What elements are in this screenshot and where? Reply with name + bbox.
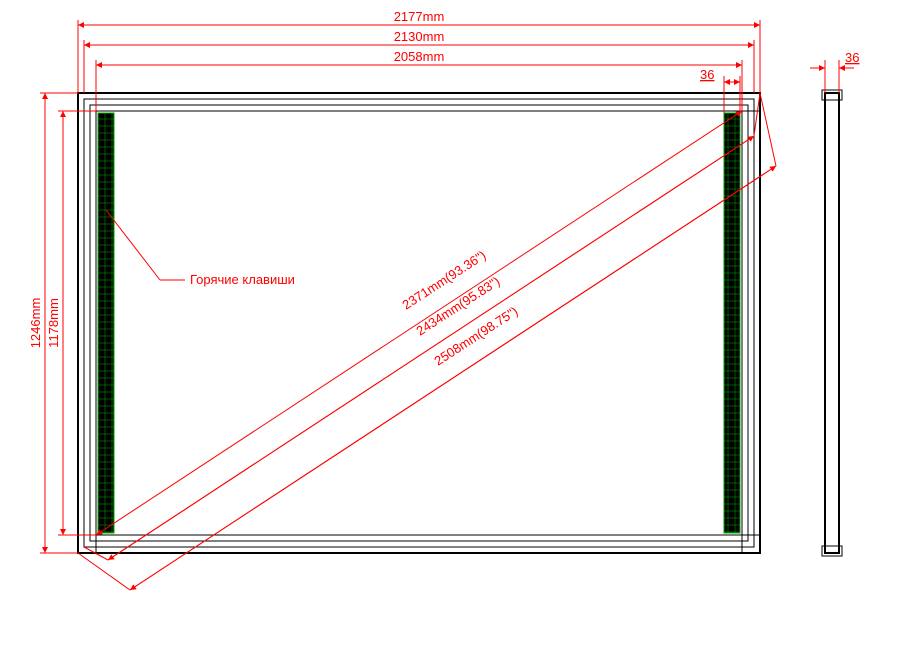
dim-top-2: 2130mm [394, 29, 445, 44]
hotkey-callout: Горячие клавиши [106, 210, 295, 287]
hotkey-strip-left [98, 113, 114, 533]
left-dimension-group: 1246mm 1178mm [28, 93, 96, 553]
hotkey-strip-right [724, 113, 740, 533]
corner-tr [742, 93, 760, 111]
corner-bl [78, 535, 96, 553]
diag-line-2 [108, 136, 754, 560]
dim-left-2: 1178mm [46, 298, 61, 348]
dim-left-1: 1246mm [28, 298, 43, 349]
dim-top-3: 2058mm [394, 49, 445, 64]
diagonal-dimension-group: 2371mm(93.36") 2434mm(95.83") 2508mm(98.… [78, 93, 776, 590]
corner-br [742, 535, 760, 553]
top-dimension-group: 2177mm 2130mm 2058mm 36 [78, 9, 760, 113]
side-dim-36: 36 [845, 50, 859, 65]
diag-line-3 [130, 166, 776, 590]
dim-small-36: 36 [700, 67, 714, 82]
dim-top-1: 2177mm [394, 9, 445, 24]
side-view: 36 [810, 50, 859, 556]
callout-label: Горячие клавиши [190, 272, 295, 287]
corner-tl [78, 93, 96, 111]
